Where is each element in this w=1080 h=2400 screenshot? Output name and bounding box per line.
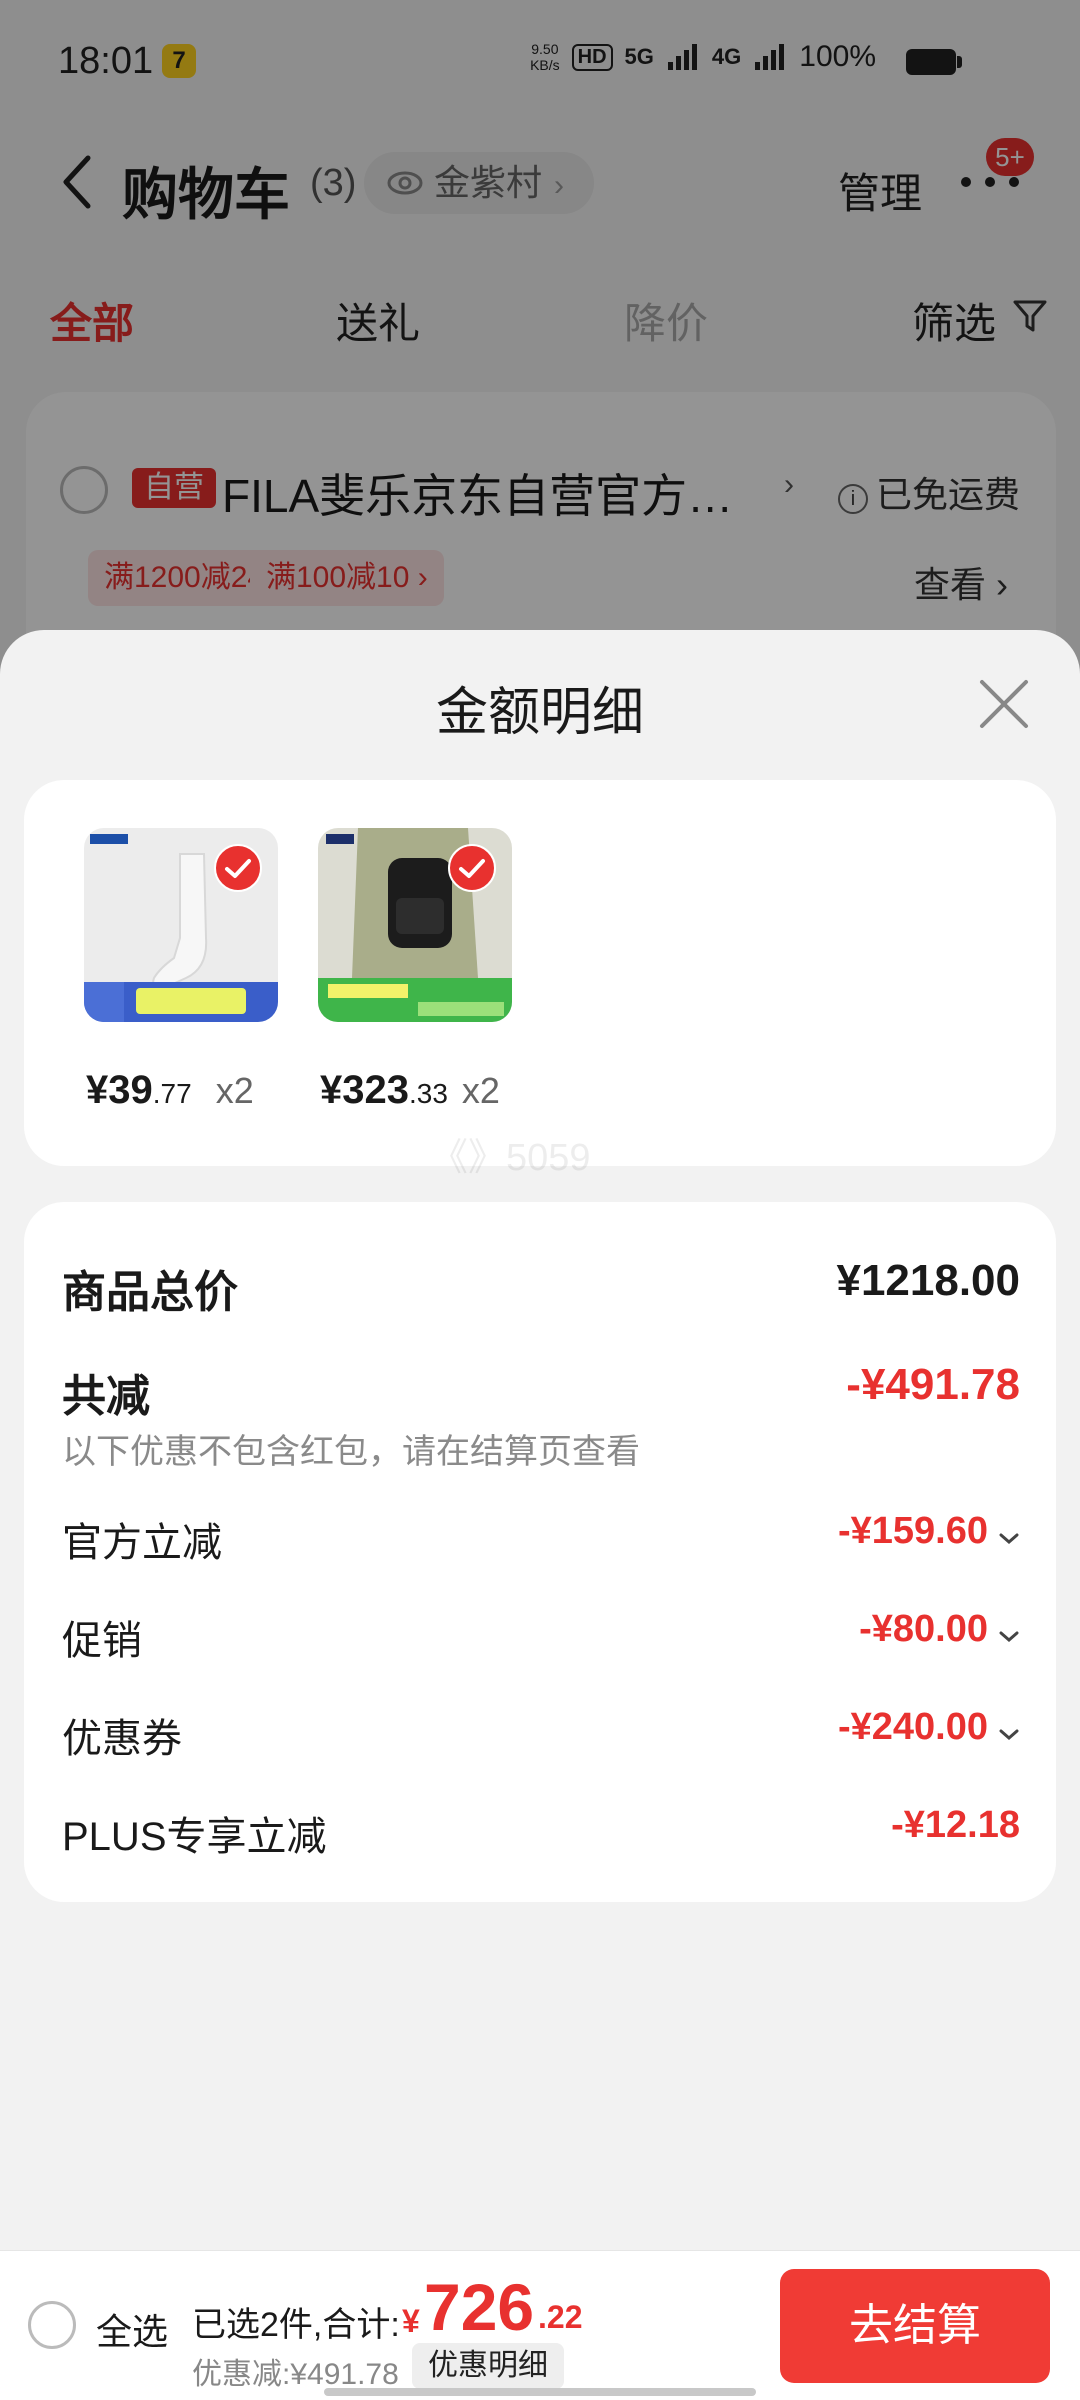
amount-detail-sheet: 金额明细 ¥39.77 x2 ¥323.33 x2 《》5059 商品总价 ¥1… (0, 630, 1080, 2250)
reduction-note: 以下优惠不包含红包，请在结算页查看 (62, 1433, 640, 1471)
item-price: ¥323.33 x2 (320, 1068, 500, 1112)
discount-line-label: 促销 (62, 1619, 142, 1663)
selected-item[interactable]: ¥39.77 x2 (84, 828, 278, 1112)
close-icon[interactable] (978, 678, 1030, 730)
reduction-value: -¥491.78 (846, 1360, 1020, 1409)
discount-detail-button[interactable]: 优惠明细 (412, 2343, 564, 2389)
discount-line-value: -¥12.18 (891, 1804, 1020, 1846)
discount-line-label: 官方立减 (62, 1521, 222, 1565)
checked-icon[interactable] (214, 844, 262, 892)
sheet-title: 金额明细 (435, 684, 644, 742)
discount-line-value: -¥159.60 (837, 1510, 988, 1552)
chevron-down-icon[interactable] (998, 1630, 1020, 1644)
select-all-label[interactable]: 全选 (96, 2303, 168, 2355)
discount-summary: 优惠减:¥491.78 (192, 2358, 399, 2391)
item-quantity: x2 (461, 1070, 500, 1111)
product-image-sock (84, 828, 278, 1022)
discount-line-value: -¥240.00 (837, 1706, 988, 1748)
watermark: 《》5059 (430, 1137, 591, 1179)
chevron-down-icon[interactable] (998, 1728, 1020, 1742)
discount-line-value: -¥80.00 (859, 1608, 988, 1650)
total-currency: ¥ (402, 2303, 420, 2339)
checked-icon[interactable] (448, 844, 496, 892)
reduction-label: 共减 (62, 1372, 150, 1421)
selected-item[interactable]: ¥323.33 x2 (318, 828, 512, 1112)
total-amount-integer: 726 (424, 2270, 535, 2344)
checkout-bar: 全选 已选2件,合计: ¥ 726 .22 优惠减:¥491.78 优惠明细 去… (0, 2250, 1080, 2400)
product-image-backpack (318, 828, 512, 1022)
price-breakdown-card: 商品总价 ¥1218.00 共减 -¥491.78 以下优惠不包含红包，请在结算… (24, 1202, 1056, 1902)
total-value: ¥1218.00 (836, 1256, 1020, 1305)
selected-items-card: ¥39.77 x2 ¥323.33 x2 (24, 780, 1056, 1166)
select-all-radio[interactable] (28, 2301, 76, 2349)
item-price: ¥39.77 x2 (86, 1068, 254, 1112)
total-amount-decimal: .22 (538, 2299, 583, 2335)
home-indicator[interactable] (324, 2388, 756, 2396)
selection-summary: 已选2件,合计: (192, 2306, 400, 2344)
discount-line-label: 优惠券 (62, 1717, 182, 1761)
discount-line-label: PLUS专享立减 (62, 1815, 327, 1859)
chevron-down-icon[interactable] (998, 1532, 1020, 1546)
item-quantity: x2 (215, 1070, 254, 1111)
checkout-button[interactable]: 去结算 (780, 2269, 1050, 2383)
total-label: 商品总价 (62, 1268, 238, 1317)
